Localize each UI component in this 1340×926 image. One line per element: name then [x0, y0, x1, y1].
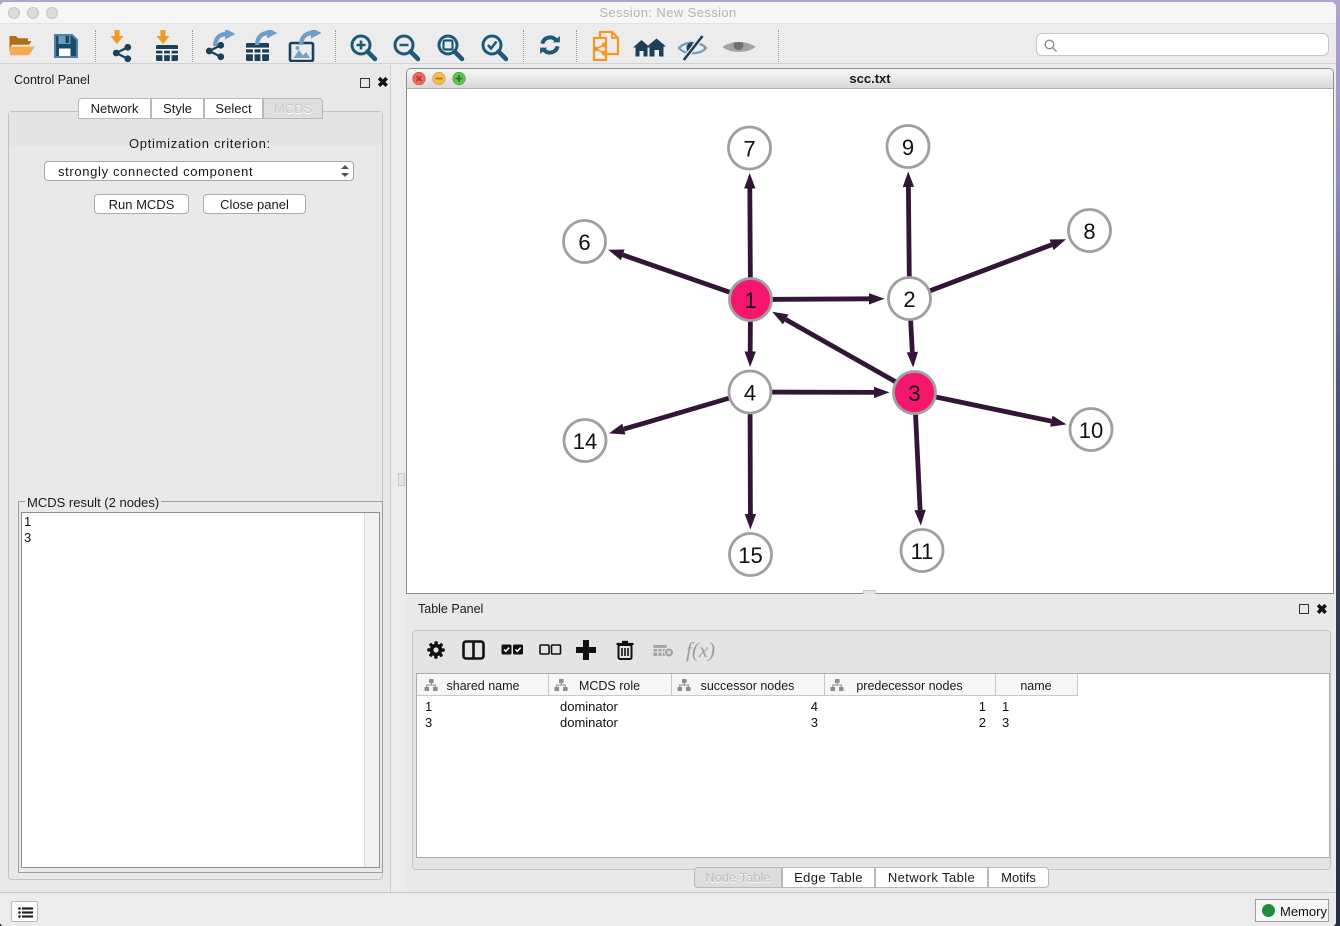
- svg-text:15: 15: [738, 543, 762, 568]
- svg-text:8: 8: [1083, 219, 1095, 244]
- svg-text:7: 7: [743, 136, 755, 161]
- svg-text:3: 3: [908, 381, 920, 406]
- svg-text:11: 11: [911, 539, 934, 564]
- svg-text:6: 6: [578, 230, 590, 255]
- svg-text:9: 9: [902, 135, 914, 160]
- svg-text:1: 1: [744, 288, 756, 313]
- svg-text:2: 2: [903, 287, 915, 312]
- svg-text:14: 14: [573, 429, 597, 454]
- svg-text:4: 4: [744, 380, 756, 405]
- svg-text:10: 10: [1079, 418, 1103, 443]
